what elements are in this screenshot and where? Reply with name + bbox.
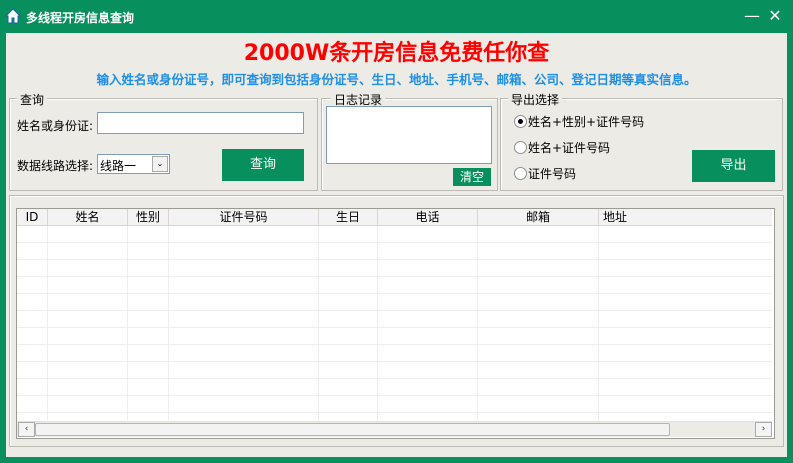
chevron-down-icon[interactable]: ⌄: [152, 156, 168, 172]
column-header-phone[interactable]: 电话: [378, 209, 478, 225]
export-option-label: 证件号码: [528, 167, 577, 181]
grid-row-line: [17, 293, 772, 294]
grid-row-line: [17, 378, 772, 379]
grid-row-line: [17, 344, 772, 345]
column-header-address[interactable]: 地址: [599, 209, 776, 225]
table-body: [17, 226, 772, 420]
table-header: ID 姓名 性别 证件号码 生日 电话 邮箱 地址: [17, 209, 772, 226]
grid-column-line: [127, 226, 128, 420]
export-button[interactable]: 导出: [692, 150, 775, 182]
headline: 2000W条开房信息免费任你查: [243, 41, 550, 66]
client-area: 2000W条开房信息免费任你查 输入姓名或身份证号，即可查询到包括身份证号、生日…: [6, 33, 787, 457]
grid-column-line: [168, 226, 169, 420]
column-header-email[interactable]: 邮箱: [478, 209, 599, 225]
scrollbar-thumb[interactable]: [35, 423, 670, 436]
banner: 2000W条开房信息免费任你查 输入姓名或身份证号，即可查询到包括身份证号、生日…: [6, 33, 787, 89]
grid-row-line: [17, 361, 772, 362]
grid-row-line: [17, 276, 772, 277]
column-header-name[interactable]: 姓名: [48, 209, 128, 225]
grid-column-line: [318, 226, 319, 420]
subline: 输入姓名或身份证号，即可查询到包括身份证号、生日、地址、手机号、邮箱、公司、登记…: [96, 72, 697, 87]
column-header-id-number[interactable]: 证件号码: [169, 209, 319, 225]
query-button[interactable]: 查询: [222, 149, 304, 181]
export-option-label: 姓名+性别+证件号码: [528, 115, 645, 129]
grid-row-line: [17, 327, 772, 328]
clear-button[interactable]: 清空: [453, 168, 491, 186]
column-header-gender[interactable]: 性别: [128, 209, 169, 225]
grid-column-line: [377, 226, 378, 420]
radio-icon[interactable]: [514, 141, 527, 154]
grid-row-line: [17, 310, 772, 311]
horizontal-scrollbar[interactable]: ‹ ›: [17, 421, 772, 437]
radio-icon[interactable]: [514, 167, 527, 180]
grid-column-line: [598, 226, 599, 420]
log-textarea[interactable]: [326, 106, 492, 164]
scroll-left-icon[interactable]: ‹: [18, 422, 35, 437]
column-header-birthday[interactable]: 生日: [319, 209, 378, 225]
scroll-right-icon[interactable]: ›: [755, 422, 772, 437]
grid-row-line: [17, 259, 772, 260]
grid-column-line: [477, 226, 478, 420]
grid-row-line: [17, 395, 772, 396]
grid-row-line: [17, 412, 772, 413]
export-option-label: 姓名+证件号码: [528, 141, 611, 155]
line-select-value: 线路一: [100, 159, 137, 173]
minimize-button[interactable]: —: [740, 4, 764, 28]
name-label: 姓名或身份证:: [17, 119, 94, 133]
grid-column-line: [47, 226, 48, 420]
radio-selected-icon[interactable]: [514, 115, 527, 128]
close-button[interactable]: ✕: [763, 4, 787, 28]
column-header-id[interactable]: ID: [17, 209, 48, 225]
name-input[interactable]: [97, 112, 304, 134]
results-table[interactable]: ID 姓名 性别 证件号码 生日 电话 邮箱 地址 ‹ ›: [16, 208, 775, 439]
query-legend: 查询: [17, 91, 48, 108]
line-label: 数据线路选择:: [17, 159, 94, 173]
window-title: 多线程开房信息查询: [26, 11, 135, 25]
grid-row-line: [17, 242, 772, 243]
line-select[interactable]: 线路一 ⌄: [97, 154, 170, 174]
export-legend: 导出选择: [508, 91, 563, 108]
home-icon: [5, 8, 21, 24]
title-bar: 多线程开房信息查询 — ✕: [0, 0, 793, 33]
